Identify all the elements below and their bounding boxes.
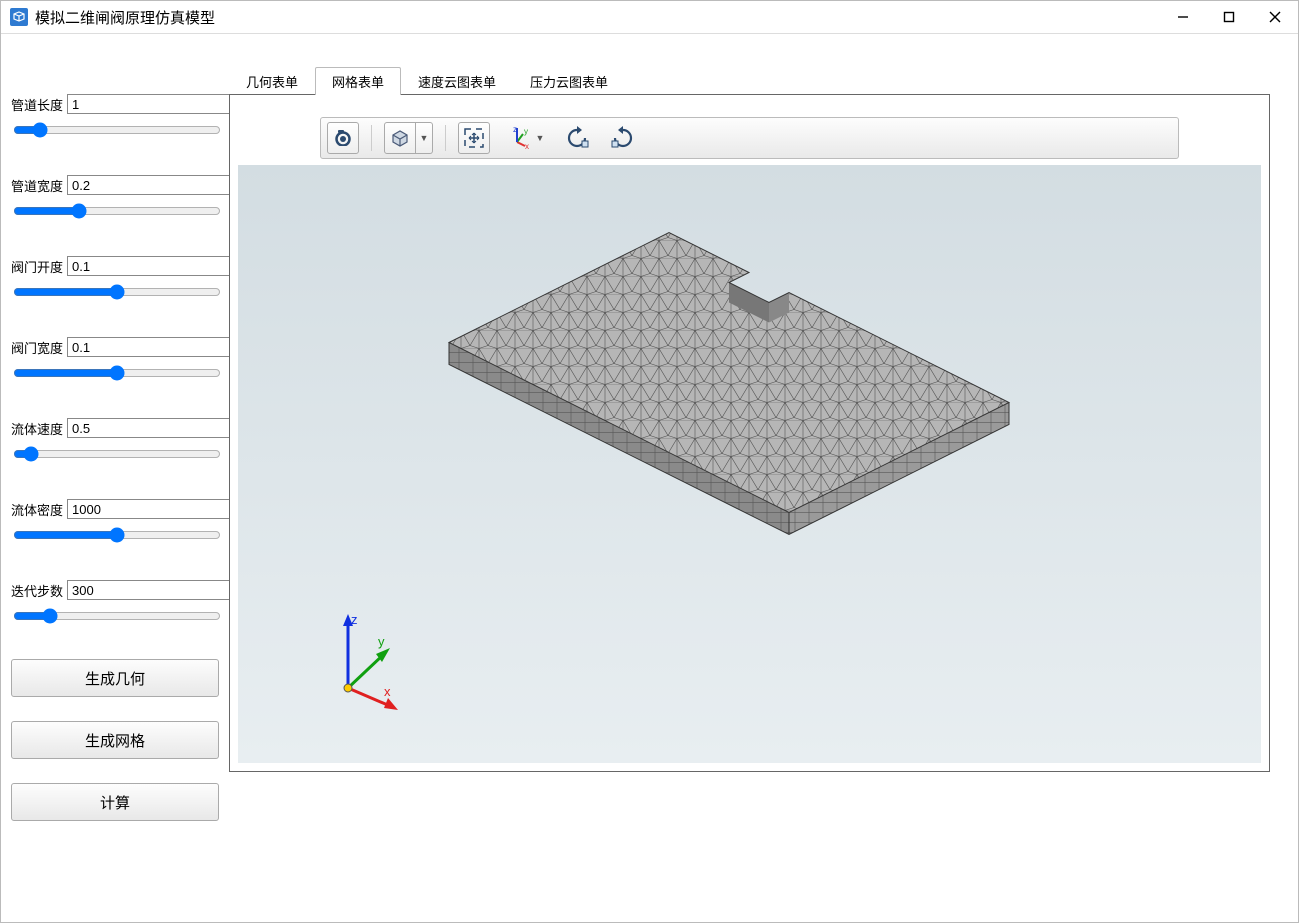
param-input[interactable]: [67, 175, 253, 195]
param-label: 阀门宽度: [11, 338, 63, 357]
param-input[interactable]: [67, 256, 253, 276]
param-input[interactable]: [67, 94, 253, 114]
param-slider[interactable]: [13, 365, 221, 381]
svg-text:y: y: [524, 127, 528, 136]
axis-z-label: z: [351, 612, 358, 627]
tab-3[interactable]: 压力云图表单: [513, 67, 625, 95]
axis-x-label: x: [384, 684, 391, 699]
compute-button[interactable]: 计算: [11, 783, 219, 821]
param-input[interactable]: [67, 580, 253, 600]
param-slider[interactable]: [13, 527, 221, 543]
param-label: 迭代步数: [11, 581, 63, 600]
tab-0[interactable]: 几何表单: [229, 67, 315, 95]
axis-triad: z y x: [318, 610, 408, 713]
param-label: 管道宽度: [11, 176, 63, 195]
param-label: 流体密度: [11, 500, 63, 519]
axis-orientation-button[interactable]: x y z: [502, 123, 532, 153]
param-1: 管道宽度: [11, 175, 219, 222]
titlebar: 模拟二维闸阀原理仿真模型: [1, 1, 1298, 34]
tabs: 几何表单网格表单速度云图表单压力云图表单: [229, 64, 1298, 94]
param-0: 管道长度: [11, 94, 219, 141]
mesh-model: [389, 223, 1029, 586]
param-input[interactable]: [67, 418, 253, 438]
param-4: 流体速度: [11, 418, 219, 465]
axis-orientation-dropdown[interactable]: ▼: [532, 123, 548, 153]
param-label: 阀门开度: [11, 257, 63, 276]
viewport-toolbar: ▼: [320, 117, 1179, 159]
svg-text:x: x: [525, 142, 529, 150]
maximize-button[interactable]: [1206, 1, 1252, 33]
generate-geometry-button[interactable]: 生成几何: [11, 659, 219, 697]
minimize-button[interactable]: [1160, 1, 1206, 33]
window-title: 模拟二维闸阀原理仿真模型: [35, 7, 215, 28]
close-button[interactable]: [1252, 1, 1298, 33]
rotate-ccw-button[interactable]: [606, 123, 640, 153]
param-slider[interactable]: [13, 608, 221, 624]
svg-text:z: z: [513, 126, 517, 134]
param-5: 流体密度: [11, 499, 219, 546]
generate-mesh-button[interactable]: 生成网格: [11, 721, 219, 759]
axis-y-label: y: [378, 634, 385, 649]
param-slider[interactable]: [13, 446, 221, 462]
rotate-cw-button[interactable]: [560, 123, 594, 153]
tab-2[interactable]: 速度云图表单: [401, 67, 513, 95]
param-slider[interactable]: [13, 203, 221, 219]
param-6: 迭代步数: [11, 580, 219, 627]
param-input[interactable]: [67, 499, 253, 519]
param-slider[interactable]: [13, 284, 221, 300]
tab-1[interactable]: 网格表单: [315, 67, 401, 95]
camera-screenshot-button[interactable]: [327, 122, 359, 154]
param-label: 管道长度: [11, 95, 63, 114]
view-cube-dropdown[interactable]: ▼: [416, 122, 433, 154]
param-slider[interactable]: [13, 122, 221, 138]
view-cube-button[interactable]: [384, 122, 416, 154]
view-frame: ▼: [229, 94, 1270, 772]
sidebar: 管道长度管道宽度阀门开度阀门宽度流体速度流体密度迭代步数 生成几何 生成网格 计…: [1, 34, 229, 922]
param-input[interactable]: [67, 337, 253, 357]
app-icon: [9, 7, 29, 27]
zoom-fit-button[interactable]: [458, 122, 490, 154]
param-label: 流体速度: [11, 419, 63, 438]
param-2: 阀门开度: [11, 256, 219, 303]
param-3: 阀门宽度: [11, 337, 219, 384]
3d-viewport[interactable]: z y x: [238, 165, 1261, 763]
